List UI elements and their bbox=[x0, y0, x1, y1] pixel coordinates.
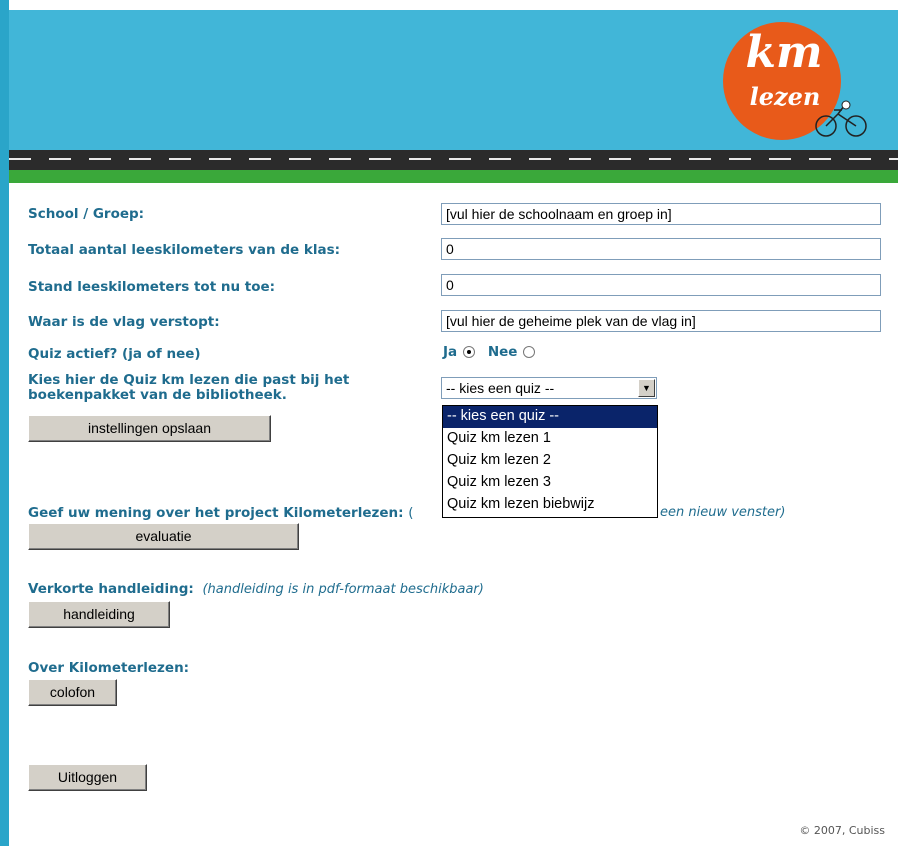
left-accent-bar bbox=[0, 0, 9, 846]
quiz-dropdown-list: -- kies een quiz -- Quiz km lezen 1 Quiz… bbox=[442, 405, 658, 518]
quiz-option[interactable]: Quiz km lezen 1 bbox=[443, 428, 657, 450]
evaluatie-note-open: ( bbox=[408, 505, 414, 521]
road-dashes bbox=[9, 158, 898, 160]
quiz-option[interactable]: Quiz km lezen 3 bbox=[443, 472, 657, 494]
evaluatie-button[interactable]: evaluatie bbox=[28, 523, 299, 550]
quiz-radio-group: Ja Nee bbox=[443, 344, 543, 360]
grass-stripe bbox=[9, 170, 898, 183]
copyright-footer: © 2007, Cubiss bbox=[799, 824, 885, 837]
kies-label-line1: Kies hier de Quiz km lezen die past bij … bbox=[28, 372, 350, 388]
bicycle-icon bbox=[815, 100, 867, 137]
ja-label: Ja bbox=[443, 344, 458, 360]
road-stripe bbox=[9, 150, 898, 170]
totaal-input[interactable] bbox=[441, 238, 881, 260]
school-label: School / Groep: bbox=[28, 206, 145, 222]
stand-input[interactable] bbox=[441, 274, 881, 296]
quiz-option[interactable]: -- kies een quiz -- bbox=[443, 406, 657, 428]
quiz-option[interactable]: Quiz km lezen 2 bbox=[443, 450, 657, 472]
quiz-select[interactable]: -- kies een quiz -- ▼ bbox=[441, 377, 657, 399]
logout-button[interactable]: Uitloggen bbox=[28, 764, 147, 791]
kies-label-line2: boekenpakket van de bibliotheek. bbox=[28, 387, 287, 403]
nee-radio[interactable] bbox=[523, 346, 536, 358]
handleiding-button[interactable]: handleiding bbox=[28, 601, 170, 628]
handleiding-label: Verkorte handleiding: (handleiding is in… bbox=[28, 581, 484, 597]
vlag-label: Waar is de vlag verstopt: bbox=[28, 314, 220, 330]
school-input[interactable] bbox=[441, 203, 881, 225]
stand-label: Stand leeskilometers tot nu toe: bbox=[28, 279, 276, 295]
kies-label: Kies hier de Quiz km lezen die past bij … bbox=[28, 373, 349, 403]
evaluatie-label: Geef uw mening over het project Kilomete… bbox=[28, 505, 414, 521]
logo-km-text: km bbox=[745, 27, 823, 78]
nee-label: Nee bbox=[487, 344, 518, 360]
vlag-input[interactable] bbox=[441, 310, 881, 332]
evaluatie-note-tail: een nieuw venster) bbox=[660, 505, 786, 520]
quiz-option[interactable]: Quiz km lezen biebwijz bbox=[443, 494, 657, 516]
colofon-label: Over Kilometerlezen: bbox=[28, 660, 190, 676]
quiz-select-value: -- kies een quiz -- bbox=[446, 380, 555, 396]
ja-radio[interactable] bbox=[463, 346, 476, 358]
handleiding-note: (handleiding is in pdf-formaat beschikba… bbox=[202, 582, 484, 597]
evaluatie-label-text: Geef uw mening over het project Kilomete… bbox=[28, 505, 404, 521]
colofon-button[interactable]: colofon bbox=[28, 679, 117, 706]
chevron-down-icon[interactable]: ▼ bbox=[638, 379, 655, 397]
handleiding-label-text: Verkorte handleiding: bbox=[28, 581, 194, 597]
totaal-label: Totaal aantal leeskilometers van de klas… bbox=[28, 242, 341, 258]
quiz-label: Quiz actief? (ja of nee) bbox=[28, 346, 201, 362]
save-settings-button[interactable]: instellingen opslaan bbox=[28, 415, 271, 442]
